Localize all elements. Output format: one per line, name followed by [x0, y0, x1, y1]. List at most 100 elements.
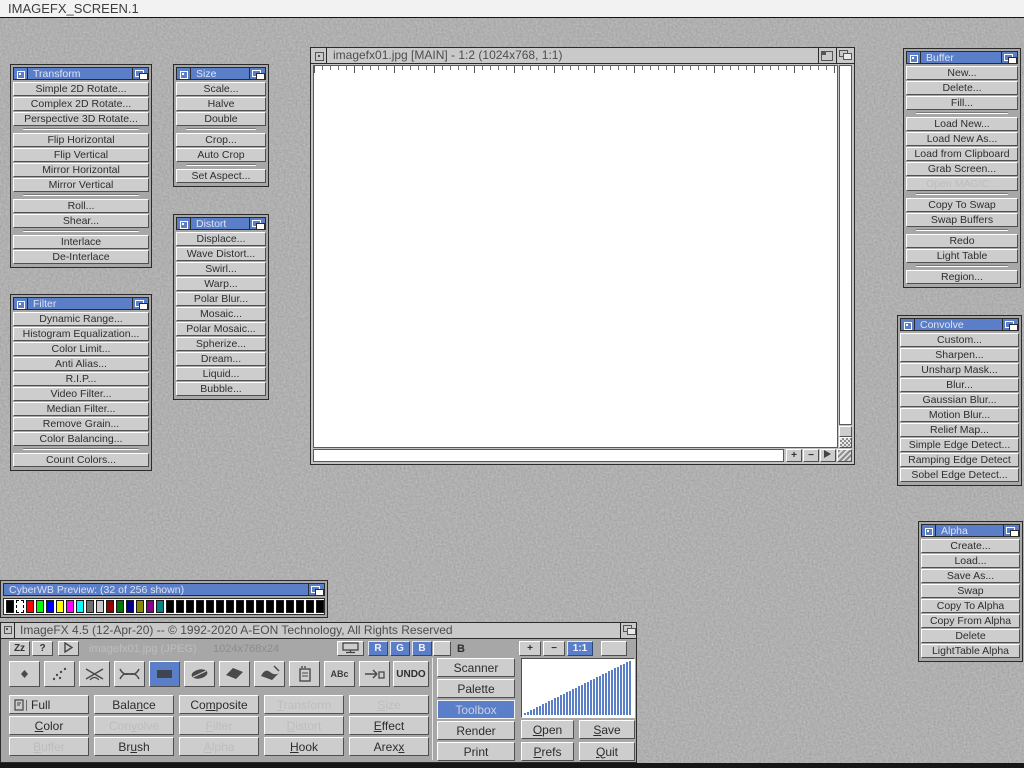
composite-button[interactable]: Composite [179, 695, 259, 714]
btn-simple-2d-rotate[interactable]: Simple 2D Rotate... [13, 82, 149, 96]
point-tool-button[interactable] [9, 661, 40, 687]
close-icon[interactable] [1, 623, 15, 638]
palette-swatch[interactable] [296, 600, 304, 613]
btn-spherize[interactable]: Spherize... [176, 337, 266, 351]
btn-load-alpha[interactable]: Load... [921, 554, 1020, 568]
btn-mirror-horizontal[interactable]: Mirror Horizontal [13, 163, 149, 177]
screen-titlebar[interactable]: IMAGEFX_SCREEN.1 [0, 0, 1024, 18]
btn-mosaic[interactable]: Mosaic... [176, 307, 266, 321]
green-channel-button[interactable]: G [390, 641, 410, 656]
palette-swatch[interactable] [236, 600, 244, 613]
btn-load-from-clipboard[interactable]: Load from Clipboard [906, 147, 1018, 161]
palette-swatch[interactable] [306, 600, 314, 613]
palette-swatch[interactable] [36, 600, 44, 613]
btn-roll[interactable]: Roll... [13, 199, 149, 213]
buffer-titlebar[interactable]: Buffer [906, 51, 1018, 64]
btn-flip-horizontal[interactable]: Flip Horizontal [13, 133, 149, 147]
palette-swatch[interactable] [46, 600, 54, 613]
clip-tool-button[interactable] [289, 661, 320, 687]
render-button[interactable]: Render [437, 721, 515, 740]
palette-swatch[interactable] [266, 600, 274, 613]
btn-new[interactable]: New... [906, 66, 1018, 80]
btn-copy-to-swap[interactable]: Copy To Swap [906, 198, 1018, 212]
curve-tool-button[interactable] [114, 661, 145, 687]
convolve-titlebar[interactable]: Convolve [900, 318, 1019, 331]
zoom-out-button[interactable]: − [803, 449, 819, 462]
vertical-scrollbar[interactable] [839, 65, 852, 425]
btn-ramping-edge-detect[interactable]: Ramping Edge Detect [900, 453, 1019, 467]
btn-color-limit[interactable]: Color Limit... [13, 342, 149, 356]
btn-polar-blur[interactable]: Polar Blur... [176, 292, 266, 306]
btn-auto-crop[interactable]: Auto Crop [176, 148, 266, 162]
close-icon[interactable] [177, 68, 191, 79]
btn-simple-edge-detect[interactable]: Simple Edge Detect... [900, 438, 1019, 452]
btn-lighttable-alpha[interactable]: LightTable Alpha [921, 644, 1020, 658]
btn-displace[interactable]: Displace... [176, 232, 266, 246]
palette-swatch[interactable] [256, 600, 264, 613]
btn-delete-buffer[interactable]: Delete... [906, 81, 1018, 95]
btn-save-as-alpha[interactable]: Save As... [921, 569, 1020, 583]
palette-swatch[interactable] [56, 600, 64, 613]
palette-swatch[interactable] [186, 600, 194, 613]
zoom-gadget-icon[interactable] [818, 48, 836, 63]
brush-button[interactable]: Brush [94, 737, 174, 756]
play-macro-button[interactable] [58, 641, 79, 656]
btn-grab-screen[interactable]: Grab Screen... [906, 162, 1018, 176]
btn-perspective-3d-rotate[interactable]: Perspective 3D Rotate... [13, 112, 149, 126]
palette-swatch[interactable] [156, 600, 164, 613]
close-icon[interactable] [177, 218, 191, 229]
close-icon[interactable] [922, 525, 936, 536]
btn-copy-to-alpha[interactable]: Copy To Alpha [921, 599, 1020, 613]
btn-blur[interactable]: Blur... [900, 378, 1019, 392]
palette-swatch[interactable] [86, 600, 94, 613]
palette-swatch[interactable] [276, 600, 284, 613]
close-icon[interactable] [901, 319, 915, 330]
blue-channel-button[interactable]: B [412, 641, 432, 656]
btn-double[interactable]: Double [176, 112, 266, 126]
btn-de-interlace[interactable]: De-Interlace [13, 250, 149, 264]
btn-swap-alpha[interactable]: Swap [921, 584, 1020, 598]
btn-fill[interactable]: Fill... [906, 96, 1018, 110]
view-zoom-in-button[interactable]: + [519, 641, 541, 656]
palette-swatch[interactable] [146, 600, 154, 613]
size-titlebar[interactable]: Size [176, 67, 266, 80]
print-button[interactable]: Print [437, 742, 515, 761]
palette-titlebar[interactable]: CyberWB Preview: (32 of 256 shown) [3, 583, 325, 596]
palette-swatch[interactable] [176, 600, 184, 613]
move-tool-button[interactable] [359, 661, 390, 687]
palette-swatch[interactable] [216, 600, 224, 613]
depth-icon[interactable] [132, 298, 148, 309]
btn-complex-2d-rotate[interactable]: Complex 2D Rotate... [13, 97, 149, 111]
polygon-tool-button[interactable] [219, 661, 250, 687]
toolbox-titlebar[interactable]: ImageFX 4.5 (12-Apr-20) -- © 1992-2020 A… [1, 623, 636, 639]
resize-grip[interactable] [837, 449, 852, 462]
palette-swatch[interactable] [6, 600, 14, 613]
close-icon[interactable] [14, 298, 28, 309]
open-button[interactable]: Open [521, 720, 574, 739]
alpha-titlebar[interactable]: Alpha [921, 524, 1020, 537]
btn-dream[interactable]: Dream... [176, 352, 266, 366]
palette-swatch[interactable] [106, 600, 114, 613]
undo-button[interactable]: UNDO [393, 661, 429, 687]
btn-light-table[interactable]: Light Table [906, 249, 1018, 263]
btn-region[interactable]: Region... [906, 270, 1018, 284]
depth-icon[interactable] [1002, 319, 1018, 330]
depth-icon[interactable] [1003, 525, 1019, 536]
btn-rip[interactable]: R.I.P... [13, 372, 149, 386]
zoom-in-button[interactable]: + [786, 449, 802, 462]
btn-count-colors[interactable]: Count Colors... [13, 453, 149, 467]
rectangle-tool-button[interactable] [149, 661, 180, 687]
effect-button[interactable]: Effect [349, 716, 429, 735]
btn-set-aspect[interactable]: Set Aspect... [176, 169, 266, 183]
one-to-one-button[interactable]: 1:1 [567, 641, 593, 656]
btn-wave-distort[interactable]: Wave Distort... [176, 247, 266, 261]
btn-motion-blur[interactable]: Motion Blur... [900, 408, 1019, 422]
image-window-titlebar[interactable]: imagefx01.jpg [MAIN] - 1:2 (1024x768, 1:… [311, 48, 854, 64]
balance-button[interactable]: Balance [94, 695, 174, 714]
line-tool-button[interactable] [79, 661, 110, 687]
btn-median-filter[interactable]: Median Filter... [13, 402, 149, 416]
btn-remove-grain[interactable]: Remove Grain... [13, 417, 149, 431]
depth-icon[interactable] [249, 68, 265, 79]
btn-load-new-as[interactable]: Load New As... [906, 132, 1018, 146]
quit-button[interactable]: Quit [579, 742, 635, 761]
